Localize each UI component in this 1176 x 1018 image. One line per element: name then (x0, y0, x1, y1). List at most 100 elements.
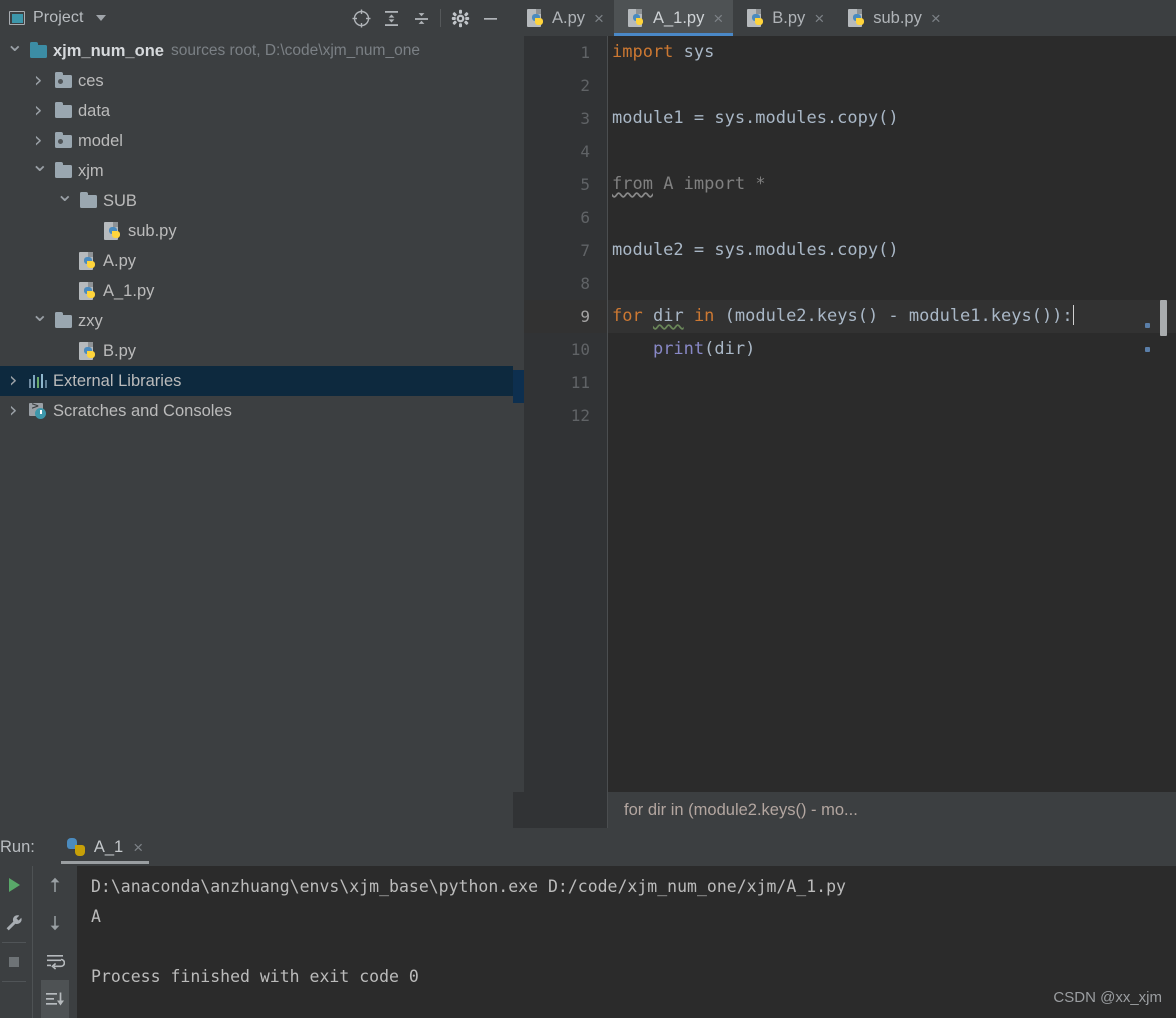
tree-item-icon (51, 161, 75, 178)
editor-tab-a-1-py[interactable]: A_1.py × (613, 0, 734, 36)
code-line-4[interactable] (608, 135, 1176, 168)
rerun-button[interactable] (0, 866, 28, 904)
collapse-all-icon[interactable] (406, 3, 436, 33)
code-line-9[interactable]: for dir in (module2.keys() - module1.key… (608, 300, 1176, 333)
tree-item-label: xjm (78, 161, 104, 180)
line-number-8[interactable]: 8 (524, 267, 607, 300)
settings-gear-icon[interactable] (445, 3, 475, 33)
close-icon[interactable]: × (814, 10, 824, 27)
close-icon[interactable]: × (931, 10, 941, 27)
tree-item-icon (51, 311, 75, 328)
code-line-10[interactable]: print(dir) (608, 333, 1176, 366)
chevron-right-icon[interactable] (25, 98, 51, 122)
tree-item-b-py[interactable]: B.py (0, 336, 513, 366)
line-number-7[interactable]: 7 (524, 234, 607, 267)
soft-wrap-button[interactable] (41, 942, 69, 980)
expand-all-icon[interactable] (376, 3, 406, 33)
line-number-6[interactable]: 6 (524, 201, 607, 234)
tree-item-icon (76, 191, 100, 208)
folder-icon (29, 41, 47, 58)
tree-item-ces[interactable]: ces (0, 66, 513, 96)
tree-item-scratches-and-consoles[interactable]: Scratches and Consoles (0, 396, 513, 426)
scroll-to-end-button[interactable] (40, 980, 69, 1018)
tree-item-model[interactable]: model (0, 126, 513, 156)
chevron-right-icon[interactable] (25, 68, 51, 92)
up-the-stack-button[interactable] (41, 866, 69, 904)
chevron-right-icon[interactable] (25, 128, 51, 152)
python-file-icon (527, 8, 545, 28)
code-line-5[interactable]: from A import * (608, 168, 1176, 201)
code-text-area[interactable]: import sys module1 = sys.modules.copy() fr… (608, 36, 1176, 792)
project-tree[interactable]: xjm_num_one sources root, D:\code\xjm_num… (0, 32, 513, 828)
editor-tab-label: B.py (772, 8, 806, 27)
editor-nav-strip[interactable] (513, 36, 524, 792)
tree-item-icon (26, 41, 50, 58)
tree-item-label: xjm_num_one (53, 41, 164, 60)
code-line-6[interactable] (608, 201, 1176, 234)
tree-item-sub[interactable]: SUB (0, 182, 513, 216)
python-file-icon (747, 8, 765, 28)
chevron-right-icon[interactable] (0, 368, 26, 392)
code-line-11[interactable] (608, 366, 1176, 399)
line-number-12[interactable]: 12 (524, 399, 607, 432)
code-line-12[interactable] (608, 399, 1176, 432)
line-number-4[interactable]: 4 (524, 135, 607, 168)
tree-item-icon (76, 341, 100, 361)
line-number-5[interactable]: 5 (524, 168, 607, 201)
close-icon[interactable]: × (594, 10, 604, 27)
line-number-10[interactable]: 10 (524, 333, 607, 366)
console-line-3 (91, 932, 1176, 962)
stop-button[interactable] (0, 943, 28, 981)
editor-tab-b-py[interactable]: B.py × (733, 0, 834, 36)
hide-panel-icon[interactable] (475, 3, 505, 33)
run-tab-a1[interactable]: A_1 × (57, 828, 153, 866)
run-console-output[interactable]: D:\anaconda\anzhuang\envs\xjm_base\pytho… (77, 866, 1176, 1018)
tree-item-icon (26, 374, 50, 388)
code-line-3[interactable]: module1 = sys.modules.copy() (608, 102, 1176, 135)
line-number-11[interactable]: 11 (524, 366, 607, 399)
project-window-icon (9, 11, 25, 25)
tree-item-a-py[interactable]: A.py (0, 246, 513, 276)
chevron-right-icon[interactable] (0, 398, 26, 422)
tree-item-icon (76, 281, 100, 301)
select-opened-file-icon[interactable] (346, 3, 376, 33)
tree-item-external-libraries[interactable]: External Libraries (0, 366, 513, 396)
tree-item-label: External Libraries (53, 371, 182, 390)
editor-tab-sub-py[interactable]: sub.py × (834, 0, 951, 36)
close-icon[interactable]: × (133, 839, 143, 856)
toolbar-divider (2, 981, 26, 982)
edit-configurations-button[interactable] (0, 904, 28, 942)
line-number-3[interactable]: 3 (524, 102, 607, 135)
line-number-2[interactable]: 2 (524, 69, 607, 102)
tree-item-label: sub.py (128, 221, 177, 240)
folder-icon (79, 191, 97, 208)
editor-tab-label: A_1.py (652, 8, 705, 27)
editor-gutter[interactable]: 1 2 3 4 5 6 7 8 9 10 11 12 (524, 36, 607, 792)
breadcrumb[interactable]: for dir in (module2.keys() - mo... (608, 801, 858, 820)
editor-tab-a-py[interactable]: A.py × (513, 0, 614, 36)
error-stripe-marker[interactable] (1145, 347, 1150, 352)
code-line-2[interactable] (608, 69, 1176, 102)
line-number-9[interactable]: 9 (524, 300, 607, 333)
code-line-7[interactable]: module2 = sys.modules.copy() (608, 234, 1176, 267)
editor-scrollbar[interactable] (1160, 36, 1167, 792)
tree-item-a-1-py[interactable]: A_1.py (0, 276, 513, 306)
python-file-icon (627, 8, 646, 28)
tree-item-sub-py[interactable]: sub.py (0, 216, 513, 246)
code-line-8[interactable] (608, 267, 1176, 300)
tree-item-xjm[interactable]: xjm (0, 152, 513, 186)
project-tool-window: Project xjm_num_one sources root, D:\cod… (0, 0, 513, 828)
error-stripe-marker[interactable] (1145, 323, 1150, 328)
line-number-1[interactable]: 1 (524, 36, 607, 69)
code-line-1[interactable]: import sys (608, 36, 1176, 69)
tree-item-xjm-num-one[interactable]: xjm_num_one sources root, D:\code\xjm_num… (0, 32, 513, 66)
scrollbar-thumb[interactable] (1160, 300, 1167, 336)
down-the-stack-button[interactable] (41, 904, 69, 942)
tree-item-icon (51, 131, 75, 148)
tree-item-zxy[interactable]: zxy (0, 302, 513, 336)
close-icon[interactable]: × (713, 10, 723, 27)
chevron-down-icon[interactable] (95, 15, 106, 21)
tree-item-data[interactable]: data (0, 96, 513, 126)
folder-icon (54, 71, 72, 88)
toolbar-divider (440, 9, 441, 27)
